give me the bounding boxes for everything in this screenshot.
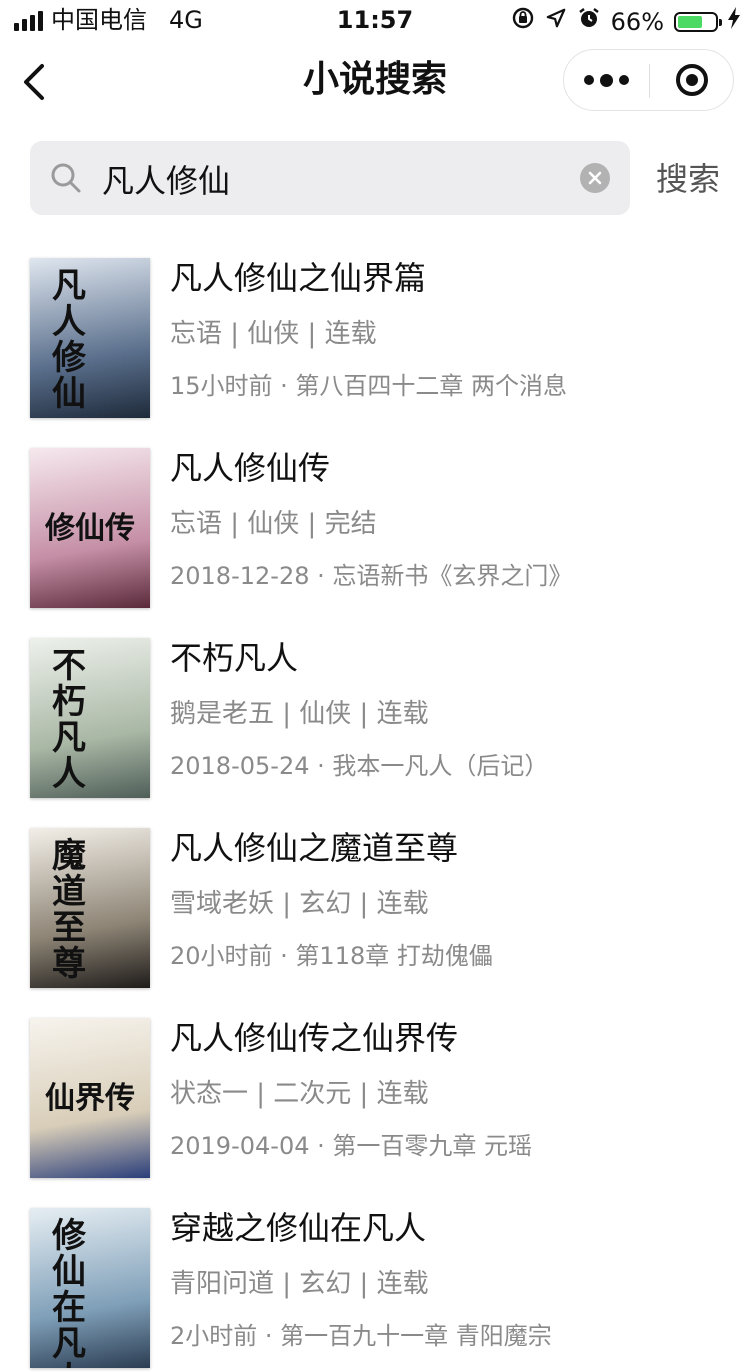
book-meta: 青阳问道 | 玄幻 | 连载 bbox=[170, 1269, 429, 1299]
book-result-item[interactable]: 修仙在凡人 穿越之修仙在凡人青阳问道 | 玄幻 | 连载 2小时前 · 第一百九十一… bbox=[0, 1182, 750, 1372]
battery-icon bbox=[674, 12, 722, 32]
search-bar bbox=[30, 141, 630, 215]
book-title: 穿越之修仙在凡人 bbox=[170, 1209, 427, 1247]
search-results-list: 凡人修仙 凡人修仙之仙界篇忘语 | 仙侠 | 连载 15小时前 · 第八百四十二章 … bbox=[0, 232, 750, 1372]
search-input[interactable] bbox=[100, 153, 574, 205]
book-title: 凡人修仙传 bbox=[170, 449, 331, 487]
book-meta: 状态一 | 二次元 | 连载 bbox=[170, 1079, 429, 1109]
book-latest-update: 20小时前 · 第118章 打劫傀儡 bbox=[170, 942, 493, 970]
book-result-item[interactable]: 魔道至尊 凡人修仙之魔道至尊雪域老妖 | 玄幻 | 连载 20小时前 · 第118章… bbox=[0, 802, 750, 992]
book-meta: 忘语 | 仙侠 | 连载 bbox=[170, 319, 377, 349]
nav-bar: 小说搜索 bbox=[0, 44, 750, 120]
more-menu-button[interactable] bbox=[564, 50, 649, 110]
book-result-item[interactable]: 仙界传 凡人修仙传之仙界传状态一 | 二次元 | 连载 2019-04-04 · 第… bbox=[0, 992, 750, 1182]
book-latest-update: 2018-12-28 · 忘语新书《玄界之门》 bbox=[170, 562, 573, 590]
book-latest-update: 2小时前 · 第一百九十一章 青阳魔宗 bbox=[170, 1322, 552, 1350]
status-bar: 中国电信 4G 11:57 66% bbox=[0, 0, 750, 40]
more-dot-icon bbox=[584, 75, 594, 85]
book-cover-image: 仙界传 bbox=[30, 1018, 150, 1178]
alarm-icon bbox=[577, 6, 601, 38]
more-dot-icon bbox=[600, 73, 613, 87]
book-result-item[interactable]: 凡人修仙 凡人修仙之仙界篇忘语 | 仙侠 | 连载 15小时前 · 第八百四十二章 … bbox=[0, 232, 750, 422]
book-result-item[interactable]: 修仙传 凡人修仙传忘语 | 仙侠 | 完结 2018-12-28 · 忘语新书《玄界… bbox=[0, 422, 750, 612]
cover-calligraphy-text: 凡人修仙 bbox=[52, 266, 86, 414]
battery-cap bbox=[719, 19, 722, 26]
battery-percentage: 66% bbox=[610, 8, 664, 36]
book-latest-update: 15小时前 · 第八百四十二章 两个消息 bbox=[170, 372, 568, 400]
close-mini-program-button[interactable] bbox=[650, 50, 734, 110]
search-icon bbox=[51, 163, 81, 193]
target-circle-icon bbox=[676, 64, 708, 96]
book-result-item[interactable]: 不朽凡人 不朽凡人 鹅是老五 | 仙侠 | 连载 2018-05-24 · 我本一凡人… bbox=[0, 612, 750, 802]
status-right: 66% bbox=[511, 6, 740, 38]
clear-search-button[interactable] bbox=[580, 163, 610, 193]
book-title: 不朽凡人 bbox=[170, 639, 299, 677]
cover-calligraphy-text: 修仙在凡人 bbox=[52, 1216, 86, 1368]
search-button[interactable]: 搜索 bbox=[656, 158, 720, 200]
book-latest-update: 2018-05-24 · 我本一凡人（后记） bbox=[170, 752, 549, 780]
charging-bolt-icon bbox=[728, 7, 740, 37]
mini-program-capsule bbox=[563, 49, 734, 111]
close-icon bbox=[588, 171, 602, 185]
lock-rotation-icon bbox=[511, 6, 535, 38]
book-meta: 忘语 | 仙侠 | 完结 bbox=[170, 509, 377, 539]
book-title: 凡人修仙传之仙界传 bbox=[170, 1019, 459, 1057]
battery-level bbox=[678, 16, 702, 28]
location-arrow-icon bbox=[545, 7, 567, 37]
book-cover-image: 修仙在凡人 bbox=[30, 1208, 150, 1368]
book-cover-image: 不朽凡人 bbox=[30, 638, 150, 798]
book-cover-image: 魔道至尊 bbox=[30, 828, 150, 988]
cover-calligraphy-text: 修仙传 bbox=[45, 511, 135, 546]
more-dot-icon bbox=[619, 75, 629, 85]
cover-calligraphy-text: 魔道至尊 bbox=[52, 836, 86, 984]
book-title: 凡人修仙之仙界篇 bbox=[170, 259, 427, 297]
book-title: 凡人修仙之魔道至尊 bbox=[170, 829, 459, 867]
book-meta: 雪域老妖 | 玄幻 | 连载 bbox=[170, 889, 429, 919]
cover-calligraphy-text: 仙界传 bbox=[45, 1081, 135, 1116]
book-cover-image: 修仙传 bbox=[30, 448, 150, 608]
book-meta: 鹅是老五 | 仙侠 | 连载 bbox=[170, 699, 429, 729]
book-cover-image: 凡人修仙 bbox=[30, 258, 150, 418]
cover-calligraphy-text: 不朽凡人 bbox=[52, 646, 86, 794]
book-latest-update: 2019-04-04 · 第一百零九章 元瑶 bbox=[170, 1132, 532, 1160]
